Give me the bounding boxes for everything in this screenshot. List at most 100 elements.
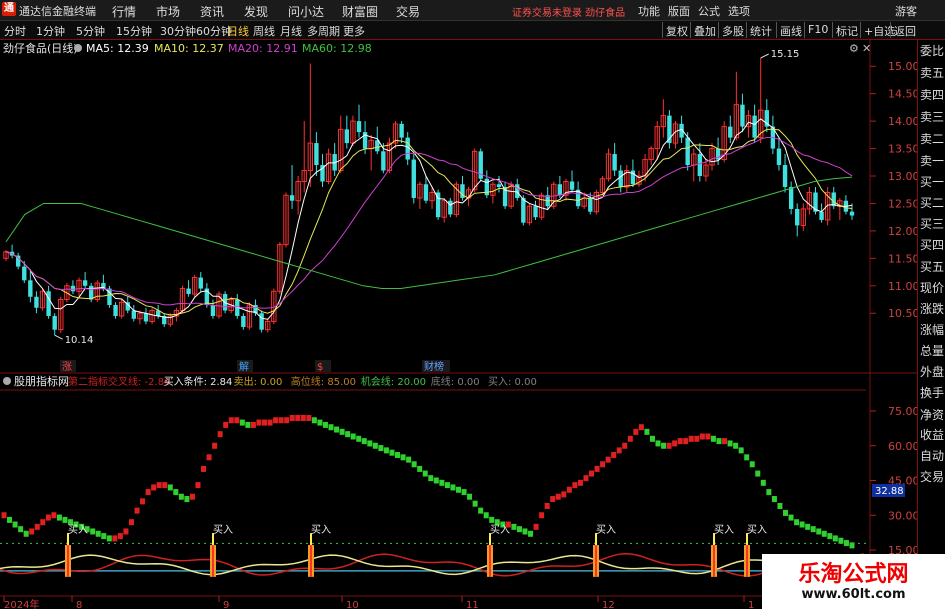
period-multi[interactable]: 多周期	[307, 23, 340, 39]
date-label: 8	[76, 600, 82, 609]
quote-field[interactable]: 总量	[920, 342, 944, 359]
menu-options[interactable]: 选项	[728, 3, 750, 19]
indicator-bar	[649, 435, 655, 442]
ma-label: MA10: 12.37	[154, 42, 224, 55]
indicator-bar	[422, 470, 428, 477]
quote-field[interactable]: 卖三	[920, 108, 944, 125]
candle-body	[521, 197, 526, 223]
quote-field[interactable]: 涨跌	[920, 300, 944, 317]
menu-quotes[interactable]: 行情	[112, 3, 136, 20]
candle-body	[752, 115, 757, 138]
quote-field[interactable]: 委比	[920, 42, 944, 59]
price-tick-label: 14.00	[888, 115, 917, 128]
quote-field[interactable]: 卖四	[920, 86, 944, 103]
candle-body	[356, 121, 362, 133]
quote-field[interactable]: 买二	[920, 194, 944, 211]
indicator-bar	[516, 526, 522, 533]
quote-field[interactable]: 卖一	[920, 152, 944, 169]
price-tick-label: 11.50	[888, 252, 917, 265]
restore-rights-button[interactable]: 复权	[662, 22, 691, 38]
quote-field[interactable]: 卖二	[920, 130, 944, 147]
indicator-bar	[622, 442, 628, 449]
login-notice[interactable]: 证券交易未登录 劲仔食品	[512, 4, 625, 19]
period-30min[interactable]: 30分钟	[160, 23, 196, 39]
indicator-bar	[699, 433, 705, 440]
multi-stock-button[interactable]: 多股	[718, 22, 747, 38]
indicator-bar	[489, 516, 495, 523]
indicator-bar	[444, 482, 450, 489]
quote-field[interactable]: 交易	[920, 468, 944, 485]
period-daily[interactable]: 日线	[227, 23, 249, 39]
date-label: 10	[346, 600, 359, 609]
indicator-bar	[201, 465, 207, 472]
period-15min[interactable]: 15分钟	[116, 23, 152, 39]
buy-signal-core	[67, 545, 69, 577]
buy-label: 买入	[311, 524, 331, 536]
period-intraday[interactable]: 分时	[4, 23, 26, 39]
indicator-bar	[533, 523, 539, 530]
quote-field[interactable]: 收益	[920, 426, 944, 443]
menu-ask[interactable]: 问小达	[288, 3, 324, 20]
indicator-bar	[799, 521, 805, 528]
event-marker: $	[317, 362, 323, 373]
quote-field[interactable]: 买五	[920, 258, 944, 275]
draw-line-button[interactable]: 画线	[776, 22, 805, 38]
indicator-bar	[550, 496, 556, 503]
guest-account[interactable]: 游客	[895, 3, 917, 19]
indicator-bar	[1, 512, 7, 519]
indicator-bar	[239, 419, 245, 426]
mark-button[interactable]: 标记	[832, 22, 861, 38]
period-weekly[interactable]: 周线	[253, 23, 275, 39]
indicator-value: 高位线: 85.00	[291, 375, 356, 388]
indicator-bar	[600, 461, 606, 468]
menu-layout[interactable]: 版面	[668, 3, 690, 19]
period-more[interactable]: 更多	[343, 23, 365, 39]
statistics-button[interactable]: 统计	[746, 22, 775, 38]
menu-wealth[interactable]: 财富圈	[342, 3, 378, 20]
quote-field[interactable]: 涨幅	[920, 321, 944, 338]
menu-function[interactable]: 功能	[638, 3, 660, 19]
buy-signal-core	[595, 545, 597, 577]
watermark-title: 乐淘公式网	[798, 562, 909, 587]
indicator-bar	[733, 442, 739, 449]
candle-body	[34, 296, 39, 308]
quote-field[interactable]: 净资	[920, 406, 944, 423]
kline-chart[interactable]: 劲仔食品(日线) MA5: 12.39 MA10: 12.37 MA20: 12.91…	[0, 40, 917, 609]
period-monthly[interactable]: 月线	[280, 23, 302, 39]
quote-field[interactable]: 买一	[920, 173, 944, 190]
ma5-line	[5, 118, 853, 320]
quote-field[interactable]: 卖五	[920, 64, 944, 81]
quote-field[interactable]: 现价	[920, 279, 944, 296]
indicator-bar	[472, 500, 478, 507]
menu-market[interactable]: 市场	[156, 3, 180, 20]
indicator-bar	[566, 486, 572, 493]
ind-current-value: 32.88	[875, 486, 904, 497]
price-tick-label: 10.50	[888, 307, 917, 320]
menu-trade[interactable]: 交易	[396, 3, 420, 20]
overlay-button[interactable]: 叠加	[690, 22, 719, 38]
menu-discover[interactable]: 发现	[244, 3, 268, 20]
period-5min[interactable]: 5分钟	[76, 23, 105, 39]
indicator-bar	[450, 484, 456, 491]
period-1min[interactable]: 1分钟	[36, 23, 65, 39]
quote-field[interactable]: 买四	[920, 236, 944, 253]
candle-body	[728, 126, 733, 138]
indicator-bar	[722, 438, 728, 445]
indicator-value: 第二指标交叉线: -2.84	[68, 375, 170, 388]
quote-field[interactable]: 外盘	[920, 363, 944, 380]
indicator-bar	[112, 535, 118, 542]
indicator-bar	[827, 533, 833, 540]
cross-line-red	[0, 552, 865, 577]
indicator-bar	[766, 489, 772, 496]
quote-field[interactable]: 换手	[920, 384, 944, 401]
f10-button[interactable]: F10	[804, 22, 831, 38]
indicator-bar	[782, 509, 788, 516]
quote-field[interactable]: 自动	[920, 447, 944, 464]
indicator-value: 卖出: 0.00	[234, 375, 283, 388]
menu-formula[interactable]: 公式	[698, 3, 720, 19]
indicator-bar	[483, 512, 489, 519]
menu-news[interactable]: 资讯	[200, 3, 224, 20]
ma-label: MA5: 12.39	[86, 42, 149, 55]
quote-field[interactable]: 买三	[920, 215, 944, 232]
back-button[interactable]: 返回	[890, 22, 919, 38]
